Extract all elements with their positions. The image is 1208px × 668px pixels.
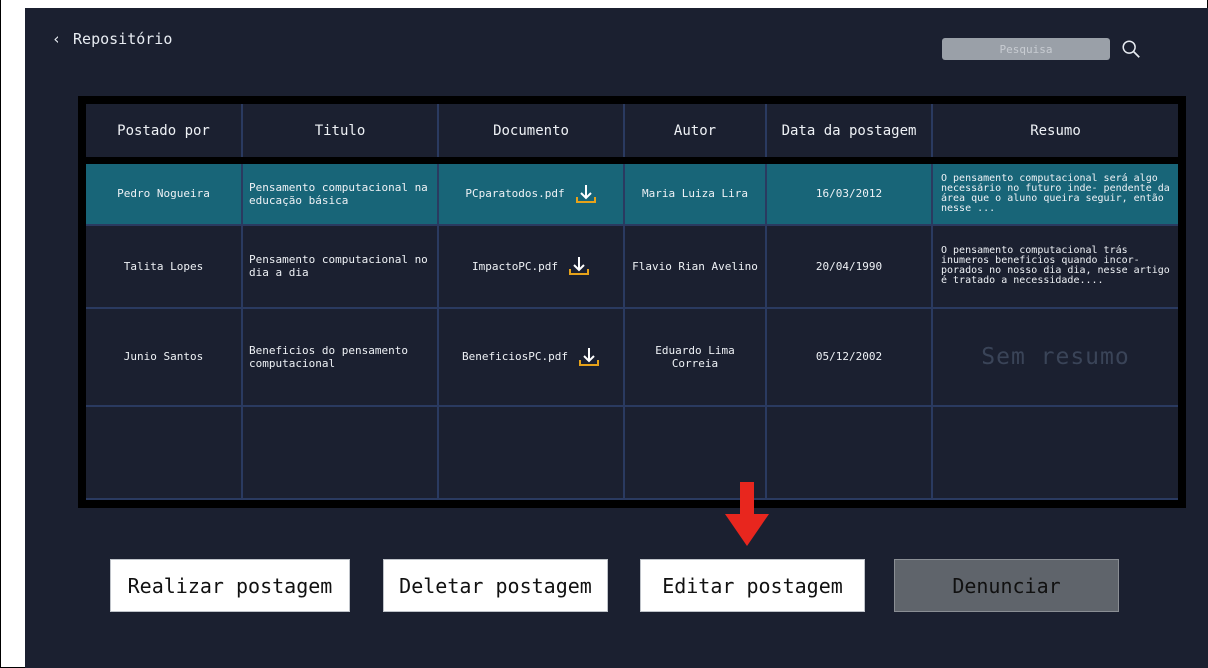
repository-table-frame: Postado por Titulo Documento Autor Data … (78, 96, 1186, 508)
repository-table: Postado por Titulo Documento Autor Data … (86, 104, 1178, 500)
report-button[interactable]: Denunciar (894, 559, 1119, 612)
title-cell: Pensamento computacional no dia a dia (242, 224, 439, 309)
page-title: Repositório (73, 30, 173, 48)
document-link[interactable]: PCparatodos.pdf (465, 187, 564, 200)
posted-by-cell: Pedro Nogueira (86, 160, 243, 226)
table-row[interactable]: Talita Lopes Pensamento computacional no… (86, 224, 1178, 309)
author-cell: Maria Luiza Lira (624, 160, 767, 226)
posted-by-cell: Junio Santos (86, 307, 243, 407)
title-cell: Beneficios do pensamento computacional (242, 307, 439, 407)
author-cell: Flavio Rian Avelino (624, 224, 767, 309)
document-cell: ImpactoPC.pdf (438, 224, 625, 309)
column-header: Data da postagem (766, 104, 933, 164)
column-header: Titulo (242, 104, 439, 164)
back-button[interactable]: ‹ Repositório (52, 30, 172, 48)
date-cell: 16/03/2012 (766, 160, 933, 226)
posted-by-cell: Talita Lopes (86, 224, 243, 309)
document-cell: BeneficiosPC.pdf (438, 307, 625, 407)
table-row[interactable]: Pedro Nogueira Pensamento computacional … (86, 160, 1178, 226)
download-icon[interactable] (575, 184, 597, 204)
search-bar (942, 38, 1142, 60)
date-cell: 20/04/1990 (766, 224, 933, 309)
app-screen: ‹ Repositório Postado por Titulo Documen… (25, 8, 1208, 668)
author-cell: Eduardo Lima Correia (624, 307, 767, 407)
table-row[interactable]: Junio Santos Beneficios do pensamento co… (86, 307, 1178, 407)
edit-post-button[interactable]: Editar postagem (640, 559, 865, 612)
column-header: Documento (438, 104, 625, 164)
document-link[interactable]: ImpactoPC.pdf (472, 260, 558, 273)
chevron-left-icon: ‹ (52, 30, 62, 48)
table-row-empty (86, 405, 1178, 500)
create-post-button[interactable]: Realizar postagem (110, 559, 350, 612)
table-header-row: Postado por Titulo Documento Autor Data … (86, 104, 1178, 164)
summary-cell: O pensamento computacional será algo nec… (932, 160, 1178, 226)
delete-post-button[interactable]: Deletar postagem (383, 559, 608, 612)
download-icon[interactable] (568, 256, 590, 276)
search-input[interactable] (942, 38, 1110, 60)
date-cell: 05/12/2002 (766, 307, 933, 407)
title-cell: Pensamento computacional na educação bás… (242, 160, 439, 226)
arrow-down-icon (725, 482, 769, 546)
document-link[interactable]: BeneficiosPC.pdf (462, 350, 568, 363)
download-icon[interactable] (578, 347, 600, 367)
document-cell: PCparatodos.pdf (438, 160, 625, 226)
column-header: Autor (624, 104, 767, 164)
summary-cell: Sem resumo (932, 307, 1178, 407)
column-header: Postado por (86, 104, 243, 164)
column-header: Resumo (932, 104, 1178, 164)
summary-cell: O pensamento computacional trás inumeros… (932, 224, 1178, 309)
search-icon[interactable] (1120, 38, 1142, 60)
